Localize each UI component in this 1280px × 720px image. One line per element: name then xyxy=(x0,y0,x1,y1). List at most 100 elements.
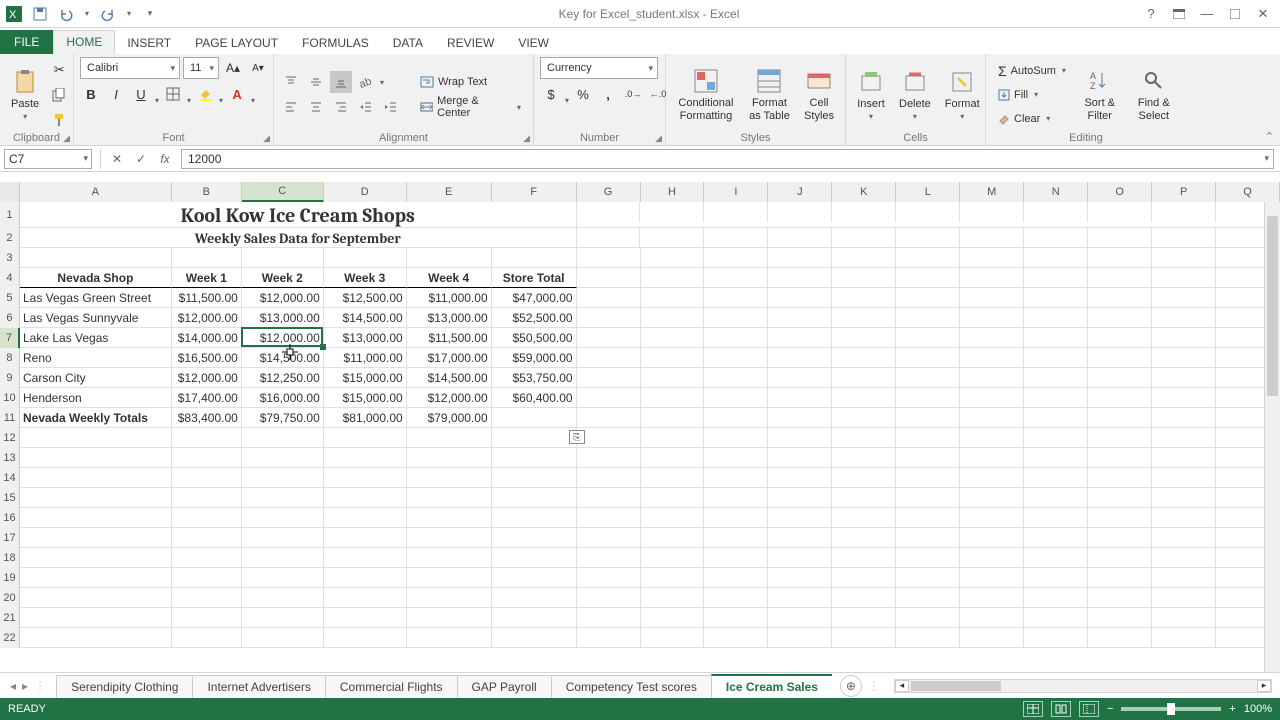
cell[interactable] xyxy=(20,608,172,628)
format-cells-button[interactable]: Format▾ xyxy=(940,65,985,124)
cell[interactable] xyxy=(172,448,242,468)
row-header-19[interactable]: 19 xyxy=(0,568,20,588)
cell[interactable] xyxy=(1152,202,1216,222)
cell[interactable] xyxy=(577,528,641,548)
header-cell[interactable]: Store Total xyxy=(492,268,577,288)
data-cell[interactable] xyxy=(896,288,960,308)
align-center-icon[interactable] xyxy=(305,96,327,118)
cell[interactable] xyxy=(768,488,832,508)
cell[interactable] xyxy=(1152,568,1216,588)
font-name-combo[interactable]: Calibri xyxy=(80,57,180,79)
tab-view[interactable]: VIEW xyxy=(506,32,561,54)
data-cell[interactable] xyxy=(1152,328,1216,348)
cell[interactable] xyxy=(704,468,768,488)
data-cell[interactable]: $11,500.00 xyxy=(172,288,242,308)
data-cell[interactable] xyxy=(832,408,896,428)
header-cell[interactable] xyxy=(641,268,705,288)
cell[interactable] xyxy=(896,608,960,628)
align-right-icon[interactable] xyxy=(330,96,352,118)
data-cell[interactable] xyxy=(768,348,832,368)
cell[interactable] xyxy=(172,508,242,528)
customize-qat-icon[interactable]: ▾ xyxy=(140,4,160,24)
cell[interactable] xyxy=(832,568,896,588)
data-cell[interactable] xyxy=(641,308,705,328)
cell[interactable] xyxy=(1152,588,1216,608)
vertical-scrollbar[interactable] xyxy=(1264,202,1280,672)
sheet-nav-prev-icon[interactable]: ◂ xyxy=(10,679,16,693)
column-header-L[interactable]: L xyxy=(896,182,960,202)
align-left-icon[interactable] xyxy=(280,96,302,118)
cell[interactable] xyxy=(1024,428,1088,448)
column-header-M[interactable]: M xyxy=(960,182,1024,202)
cell[interactable] xyxy=(577,608,641,628)
cell[interactable] xyxy=(1088,488,1152,508)
cell[interactable] xyxy=(20,248,172,268)
cell[interactable] xyxy=(896,248,960,268)
cell[interactable] xyxy=(896,588,960,608)
zoom-in-icon[interactable]: + xyxy=(1229,703,1235,715)
cell[interactable] xyxy=(896,528,960,548)
fx-icon[interactable]: fx xyxy=(153,148,177,170)
cell[interactable] xyxy=(768,528,832,548)
cell[interactable] xyxy=(172,528,242,548)
cell[interactable] xyxy=(324,468,407,488)
sheet-tab-competency-test-scores[interactable]: Competency Test scores xyxy=(551,675,712,698)
cell[interactable] xyxy=(407,588,492,608)
data-cell[interactable] xyxy=(704,308,768,328)
column-header-J[interactable]: J xyxy=(768,182,832,202)
cell[interactable] xyxy=(768,428,832,448)
undo-dropdown-icon[interactable]: ▾ xyxy=(82,4,92,24)
cell[interactable] xyxy=(577,202,641,222)
row-header-9[interactable]: 9 xyxy=(0,368,20,388)
data-cell[interactable]: Las Vegas Green Street xyxy=(20,288,172,308)
sheet-tab-gap-payroll[interactable]: GAP Payroll xyxy=(457,675,552,698)
data-cell[interactable] xyxy=(960,348,1024,368)
data-cell[interactable] xyxy=(896,348,960,368)
data-cell[interactable]: Las Vegas Sunnyvale xyxy=(20,308,172,328)
cell[interactable] xyxy=(640,202,704,222)
data-cell[interactable]: $12,000.00 xyxy=(242,288,324,308)
row-header-12[interactable]: 12 xyxy=(0,428,20,448)
save-icon[interactable] xyxy=(30,4,50,24)
cell[interactable] xyxy=(768,588,832,608)
cell[interactable] xyxy=(492,448,577,468)
row-header-18[interactable]: 18 xyxy=(0,548,20,568)
cell[interactable] xyxy=(577,508,641,528)
name-box[interactable]: C7 xyxy=(4,149,92,169)
tab-formulas[interactable]: FORMULAS xyxy=(290,32,381,54)
row-header-21[interactable]: 21 xyxy=(0,608,20,628)
cell[interactable] xyxy=(641,568,705,588)
cell[interactable] xyxy=(577,228,641,248)
data-cell[interactable] xyxy=(960,408,1024,428)
cell[interactable] xyxy=(1152,468,1216,488)
row-header-17[interactable]: 17 xyxy=(0,528,20,548)
data-cell[interactable] xyxy=(768,368,832,388)
align-bottom-icon[interactable] xyxy=(330,71,352,93)
header-cell[interactable] xyxy=(832,268,896,288)
cell[interactable] xyxy=(242,608,324,628)
data-cell[interactable]: $83,400.00 xyxy=(172,408,242,428)
cell[interactable] xyxy=(172,568,242,588)
row-header-10[interactable]: 10 xyxy=(0,388,20,408)
header-cell[interactable]: Week 3 xyxy=(324,268,407,288)
cell[interactable] xyxy=(641,428,705,448)
cell[interactable] xyxy=(407,528,492,548)
column-header-H[interactable]: H xyxy=(641,182,705,202)
cell[interactable] xyxy=(640,228,704,248)
cell[interactable] xyxy=(1024,488,1088,508)
chevron-down-icon[interactable]: ▾ xyxy=(251,96,255,105)
cell[interactable] xyxy=(832,588,896,608)
data-cell[interactable] xyxy=(832,288,896,308)
cell[interactable] xyxy=(172,248,242,268)
fill-button[interactable]: Fill▾ xyxy=(992,84,1072,106)
data-cell[interactable]: $15,000.00 xyxy=(324,388,407,408)
cell[interactable] xyxy=(324,628,407,648)
row-header-15[interactable]: 15 xyxy=(0,488,20,508)
data-cell[interactable] xyxy=(641,328,705,348)
cell[interactable] xyxy=(577,588,641,608)
column-header-O[interactable]: O xyxy=(1088,182,1152,202)
cell[interactable] xyxy=(20,448,172,468)
wrap-text-button[interactable]: Wrap Text xyxy=(414,71,527,93)
data-cell[interactable] xyxy=(896,408,960,428)
cell[interactable] xyxy=(960,528,1024,548)
